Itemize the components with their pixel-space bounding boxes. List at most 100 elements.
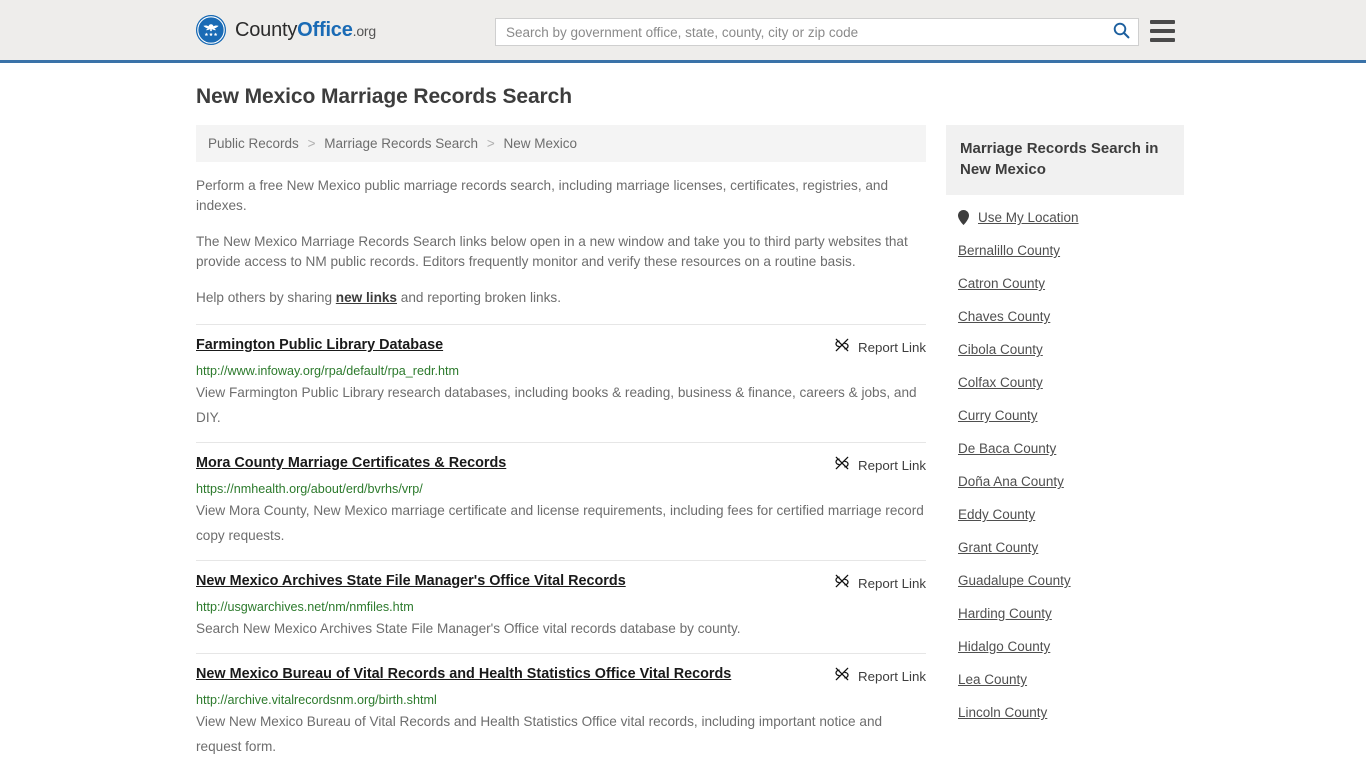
sidebar-item-county[interactable]: Curry County <box>946 399 1184 432</box>
sidebar-item-county[interactable]: Harding County <box>946 597 1184 630</box>
breadcrumb-item-marriage-records-search[interactable]: Marriage Records Search <box>324 136 478 151</box>
result-header: New Mexico Bureau of Vital Records and H… <box>196 665 926 687</box>
sidebar-county-label[interactable]: Harding County <box>958 606 1052 621</box>
sidebar-item-county[interactable]: Grant County <box>946 531 1184 564</box>
sidebar-heading: Marriage Records Search in New Mexico <box>946 125 1184 195</box>
sidebar-county-label[interactable]: Bernalillo County <box>958 243 1060 258</box>
result-header: Farmington Public Library Database Report… <box>196 336 926 358</box>
brand-part-org: .org <box>352 22 377 39</box>
search-bar <box>495 18 1139 46</box>
sidebar-item-county[interactable]: Chaves County <box>946 300 1184 333</box>
breadcrumb: Public Records > Marriage Records Search… <box>196 125 926 162</box>
sidebar-item-use-my-location[interactable]: Use My Location <box>946 201 1184 234</box>
sidebar-county-label[interactable]: Guadalupe County <box>958 573 1071 588</box>
intro-p3-before: Help others by sharing <box>196 290 336 305</box>
hamburger-bar <box>1150 29 1175 33</box>
sidebar-county-label[interactable]: Doña Ana County <box>958 474 1064 489</box>
result-header: New Mexico Archives State File Manager's… <box>196 572 926 594</box>
sidebar-item-county[interactable]: Bernalillo County <box>946 234 1184 267</box>
sidebar-item-county[interactable]: Lincoln County <box>946 696 1184 729</box>
report-link-label: Report Link <box>858 458 926 473</box>
breadcrumb-item-public-records[interactable]: Public Records <box>208 136 299 151</box>
sidebar: Marriage Records Search in New Mexico Us… <box>946 125 1184 729</box>
intro-paragraph-3: Help others by sharing new links and rep… <box>196 288 926 308</box>
content-columns: Public Records > Marriage Records Search… <box>196 125 1184 768</box>
result-header: Mora County Marriage Certificates & Reco… <box>196 454 926 476</box>
result-item: Mora County Marriage Certificates & Reco… <box>196 442 926 560</box>
search-icon <box>1113 22 1130 42</box>
new-links-link[interactable]: new links <box>336 290 397 305</box>
search-input[interactable] <box>496 19 1104 45</box>
broken-link-icon <box>834 455 850 476</box>
sidebar-item-county[interactable]: Doña Ana County <box>946 465 1184 498</box>
result-url[interactable]: http://www.infoway.org/rpa/default/rpa_r… <box>196 363 926 379</box>
report-link-label: Report Link <box>858 669 926 684</box>
sidebar-item-county[interactable]: Colfax County <box>946 366 1184 399</box>
report-link-button[interactable]: Report Link <box>834 665 926 687</box>
intro-p3-after: and reporting broken links. <box>397 290 561 305</box>
report-link-button[interactable]: Report Link <box>834 454 926 476</box>
result-url[interactable]: https://nmhealth.org/about/erd/bvrhs/vrp… <box>196 481 926 497</box>
map-pin-icon <box>958 210 969 225</box>
broken-link-icon <box>834 666 850 687</box>
sidebar-item-county[interactable]: Catron County <box>946 267 1184 300</box>
page-title: New Mexico Marriage Records Search <box>196 85 572 108</box>
broken-link-icon <box>834 337 850 358</box>
sidebar-county-label[interactable]: Eddy County <box>958 507 1035 522</box>
result-description: View Mora County, New Mexico marriage ce… <box>196 503 924 543</box>
result-description: View Farmington Public Library research … <box>196 385 917 425</box>
breadcrumb-item-new-mexico: New Mexico <box>503 136 577 151</box>
result-title-link[interactable]: New Mexico Archives State File Manager's… <box>196 572 640 590</box>
intro-paragraph-1: Perform a free New Mexico public marriag… <box>196 178 889 213</box>
sidebar-county-label[interactable]: Colfax County <box>958 375 1043 390</box>
report-link-label: Report Link <box>858 576 926 591</box>
result-title-link[interactable]: Mora County Marriage Certificates & Reco… <box>196 454 520 472</box>
page-container: New Mexico Marriage Records Search Publi… <box>0 63 1366 768</box>
sidebar-county-list: Use My Location Bernalillo County Catron … <box>946 195 1184 729</box>
sidebar-county-label[interactable]: Cibola County <box>958 342 1043 357</box>
result-url[interactable]: http://archive.vitalrecordsnm.org/birth.… <box>196 692 926 708</box>
sidebar-item-county[interactable]: Hidalgo County <box>946 630 1184 663</box>
intro-paragraph-2: The New Mexico Marriage Records Search l… <box>196 234 908 269</box>
result-item: Farmington Public Library Database Report… <box>196 324 926 442</box>
sidebar-county-label[interactable]: Chaves County <box>958 309 1050 324</box>
sidebar-item-county[interactable]: Cibola County <box>946 333 1184 366</box>
sidebar-location-label[interactable]: Use My Location <box>978 210 1079 225</box>
result-title-link[interactable]: New Mexico Bureau of Vital Records and H… <box>196 665 745 683</box>
hamburger-bar <box>1150 38 1175 42</box>
result-item: New Mexico Bureau of Vital Records and H… <box>196 653 926 768</box>
breadcrumb-separator: > <box>307 136 316 151</box>
sidebar-item-county[interactable]: Lea County <box>946 663 1184 696</box>
result-description: Search New Mexico Archives State File Ma… <box>196 621 741 636</box>
result-description: View New Mexico Bureau of Vital Records … <box>196 714 883 754</box>
report-link-button[interactable]: Report Link <box>834 336 926 358</box>
sidebar-county-label[interactable]: De Baca County <box>958 441 1056 456</box>
sidebar-item-county[interactable]: Eddy County <box>946 498 1184 531</box>
search-button[interactable] <box>1104 19 1138 45</box>
eagle-stars-logo-icon <box>196 15 226 45</box>
sidebar-county-label[interactable]: Curry County <box>958 408 1038 423</box>
sidebar-county-label[interactable]: Lea County <box>958 672 1027 687</box>
sidebar-item-county[interactable]: De Baca County <box>946 432 1184 465</box>
sidebar-county-label[interactable]: Catron County <box>958 276 1045 291</box>
brand-part-county: County <box>235 18 298 41</box>
result-title-link[interactable]: Farmington Public Library Database <box>196 336 457 354</box>
main-content: Public Records > Marriage Records Search… <box>196 125 926 768</box>
hamburger-bar <box>1150 20 1175 24</box>
hamburger-menu-icon[interactable] <box>1150 20 1175 42</box>
broken-link-icon <box>834 573 850 594</box>
result-item: New Mexico Archives State File Manager's… <box>196 560 926 653</box>
sidebar-item-county[interactable]: Guadalupe County <box>946 564 1184 597</box>
breadcrumb-separator: > <box>486 136 495 151</box>
site-logo-link[interactable]: CountyOffice.org <box>196 15 376 45</box>
report-link-label: Report Link <box>858 340 926 355</box>
site-header: CountyOffice.org <box>0 0 1366 63</box>
sidebar-county-label[interactable]: Grant County <box>958 540 1038 555</box>
report-link-button[interactable]: Report Link <box>834 572 926 594</box>
sidebar-county-label[interactable]: Lincoln County <box>958 705 1047 720</box>
sidebar-county-label[interactable]: Hidalgo County <box>958 639 1050 654</box>
result-url[interactable]: http://usgwarchives.net/nm/nmfiles.htm <box>196 599 926 615</box>
brand-part-office: Office <box>297 18 353 41</box>
intro-text: Perform a free New Mexico public marriag… <box>196 176 926 308</box>
brand-wordmark: CountyOffice.org <box>235 19 376 42</box>
